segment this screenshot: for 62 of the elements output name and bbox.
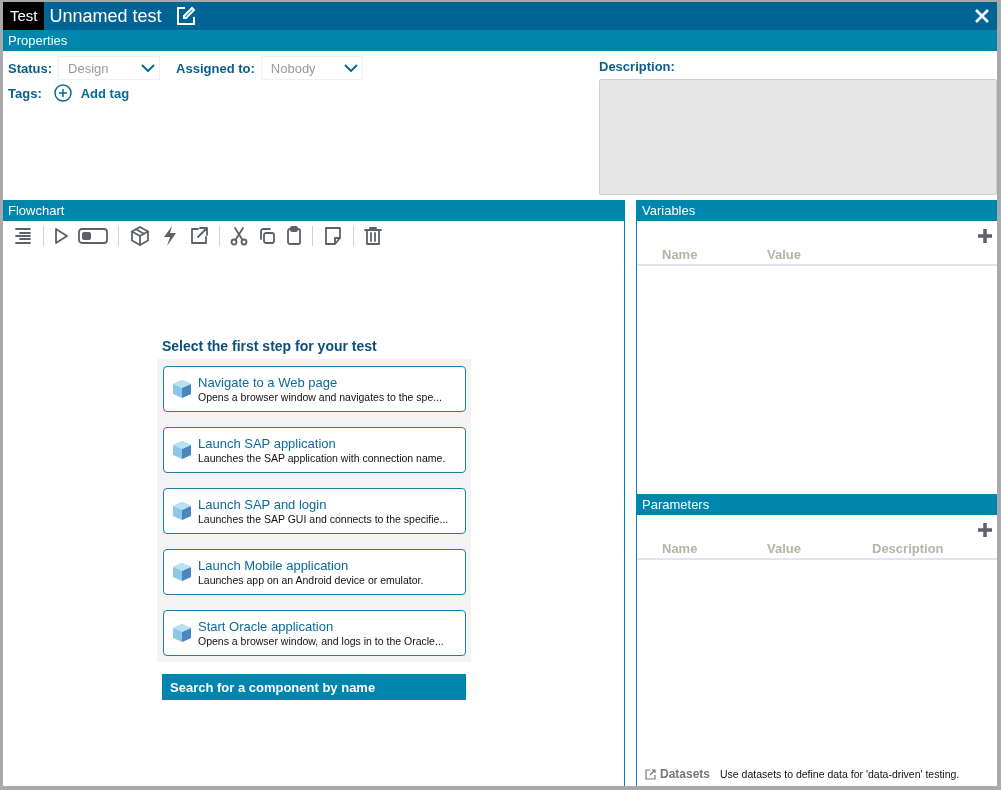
window-title: Unnamed test: [49, 5, 162, 27]
chevron-down-icon: [343, 64, 358, 72]
step-description: Opens a browser window, and logs in to the Oracle...: [198, 635, 444, 647]
column-header: Name: [662, 247, 699, 262]
step-title: Launch SAP and login: [198, 497, 328, 512]
step-card[interactable]: Start Oracle application Opens a browser window, and logs in to the Oracle...: [163, 610, 466, 656]
section-header: Parameters: [637, 494, 997, 515]
field-label: Tags:: [8, 85, 42, 101]
trash-icon[interactable]: [364, 226, 382, 246]
cube-icon: [171, 439, 193, 461]
field-label: Assigned to:: [176, 60, 255, 76]
description-field[interactable]: [599, 79, 997, 195]
toggle-icon[interactable]: [78, 228, 108, 244]
step-title: Launch Mobile application: [198, 558, 350, 573]
close-icon[interactable]: [975, 9, 989, 23]
step-description: Launches the SAP GUI and connects to the specifie...: [198, 513, 449, 525]
dropdown-value: Design: [68, 60, 109, 76]
column-header: Value: [767, 541, 802, 556]
step-title: Start Oracle application: [198, 619, 335, 634]
dropdown-value: Nobody: [270, 60, 316, 76]
column-header: Name: [662, 541, 699, 556]
datasets-hint: Use datasets to define data for 'data-driven' testing.: [720, 768, 960, 780]
field-label: Description:: [599, 59, 676, 74]
chevron-down-icon: [141, 64, 156, 72]
step-title: Launch SAP application: [198, 436, 337, 451]
prompt-heading: Select the first step for your test: [162, 338, 378, 356]
cube-icon: [171, 561, 193, 583]
play-icon[interactable]: [54, 227, 68, 245]
section-header: Flowchart: [3, 200, 624, 221]
datasets-link[interactable]: Datasets: [645, 767, 711, 781]
section-header: Properties: [3, 30, 997, 51]
cube-icon: [171, 622, 193, 644]
section-header: Variables: [637, 200, 997, 221]
column-header: Description: [872, 541, 945, 556]
external-link-icon[interactable]: [189, 226, 209, 246]
external-link-icon: [645, 768, 656, 780]
clipboard-icon[interactable]: [286, 226, 302, 246]
cube-icon: [171, 500, 193, 522]
copy-icon[interactable]: [258, 227, 276, 245]
tab[interactable]: Test: [3, 2, 44, 30]
box-icon[interactable]: [129, 225, 151, 247]
plus-circle-icon: [53, 84, 72, 102]
step-card[interactable]: Launch Mobile application Launches app on an Android device or emulator.: [163, 549, 466, 595]
step-description: Launches the SAP application with connection name.: [198, 452, 446, 464]
search-button[interactable]: Search for a component by name: [162, 674, 466, 700]
step-description: Opens a browser window and navigates to the spe...: [198, 391, 442, 403]
plus-icon[interactable]: [977, 522, 993, 538]
column-header: Value: [767, 247, 802, 262]
step-card[interactable]: Launch SAP application Launches the SAP application with connection name.: [163, 427, 466, 473]
align-lines-icon[interactable]: [13, 226, 33, 246]
edit-icon[interactable]: [175, 6, 196, 26]
plus-icon[interactable]: [977, 228, 993, 244]
cube-icon: [171, 378, 193, 400]
note-icon[interactable]: [323, 226, 343, 246]
step-title: Navigate to a Web page: [198, 375, 339, 390]
field-label: Status:: [8, 60, 53, 76]
scissors-icon[interactable]: [230, 226, 248, 246]
step-description: Launches app on an Android device or emulator.: [198, 574, 424, 586]
add-tag-link[interactable]: Add tag: [53, 84, 130, 102]
lightning-icon[interactable]: [161, 225, 179, 247]
step-card[interactable]: Launch SAP and login Launches the SAP GUI and connects to the specifie...: [163, 488, 466, 534]
step-card[interactable]: Navigate to a Web page Opens a browser window and navigates to the spe...: [163, 366, 466, 412]
